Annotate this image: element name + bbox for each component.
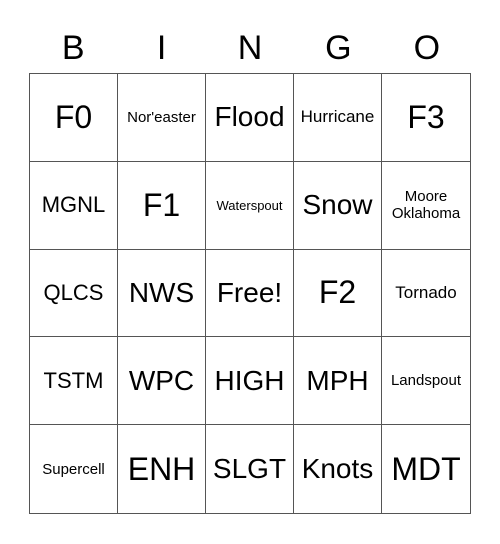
header-letter-o: O (413, 29, 441, 67)
bingo-cell[interactable]: Waterspout (206, 161, 294, 250)
bingo-cell[interactable]: F1 (118, 161, 206, 250)
header-letter-b: B (61, 29, 85, 67)
bingo-cell[interactable]: F2 (294, 249, 382, 338)
header-letter-i: I (156, 29, 167, 67)
bingo-cell[interactable]: QLCS (30, 249, 118, 338)
bingo-cell[interactable]: MPH (294, 337, 382, 426)
bingo-cell[interactable]: NWS (118, 249, 206, 338)
bingo-cell[interactable]: Knots (294, 425, 382, 513)
bingo-cell[interactable]: Landspout (382, 337, 470, 426)
bingo-cell[interactable]: F3 (382, 74, 470, 162)
bingo-cell[interactable]: Flood (206, 74, 294, 162)
bingo-cell[interactable]: Snow (294, 161, 382, 250)
bingo-cell[interactable]: ENH (118, 425, 206, 513)
bingo-header: B I N G O (29, 24, 471, 72)
bingo-cell[interactable]: F0 (30, 74, 118, 162)
bingo-cell[interactable]: Moore Oklahoma (382, 162, 470, 250)
free-space-cell[interactable]: Free! (206, 249, 294, 338)
header-letter-n: N (237, 29, 263, 67)
bingo-cell[interactable]: Hurricane (294, 74, 382, 162)
bingo-cell[interactable]: Supercell (30, 425, 118, 513)
bingo-cell[interactable]: SLGT (206, 425, 294, 513)
bingo-cell[interactable]: MDT (382, 425, 470, 513)
bingo-cell[interactable]: Nor'easter (118, 74, 206, 162)
bingo-card-grid: F0 Nor'easter Flood Hurricane F3 MGNL F1… (29, 73, 471, 514)
bingo-cell[interactable]: Tornado (382, 250, 470, 338)
bingo-cell[interactable]: WPC (118, 337, 206, 426)
bingo-cell[interactable]: MGNL (30, 161, 118, 250)
header-letter-g: G (325, 29, 352, 67)
bingo-cell[interactable]: TSTM (30, 337, 118, 426)
bingo-cell[interactable]: HIGH (206, 337, 294, 426)
